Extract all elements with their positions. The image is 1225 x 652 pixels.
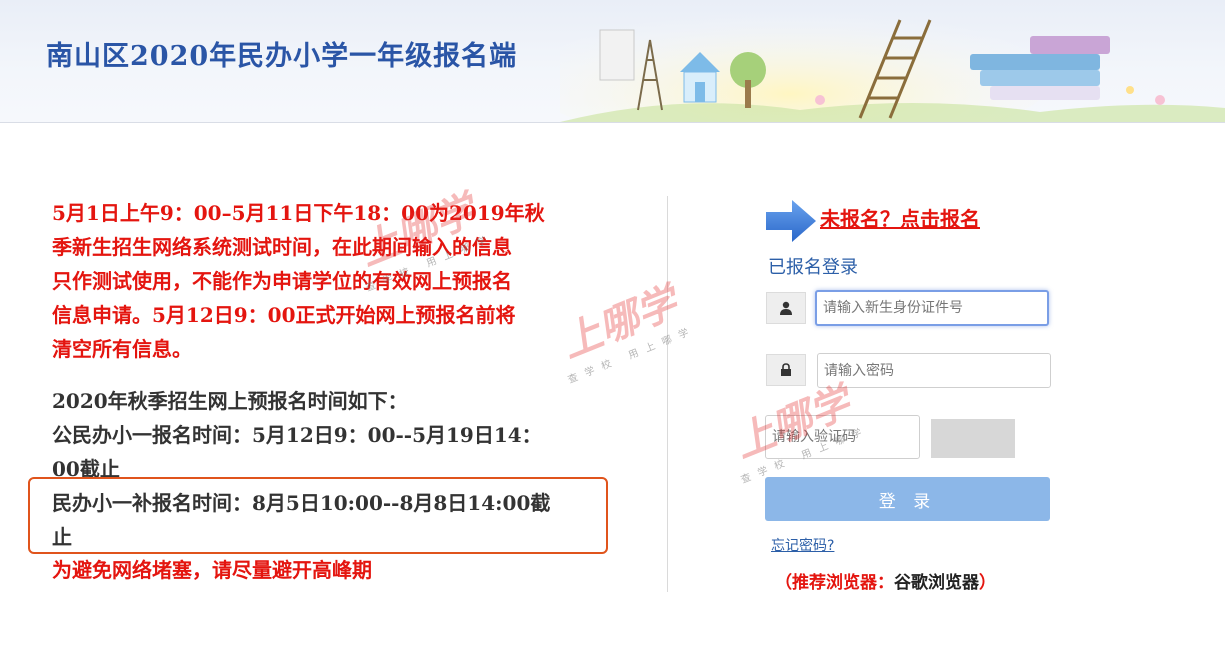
notice-line: 5月1日上午9：00–5月11日下午18：00为2019年秋 <box>52 201 545 225</box>
page-title: 南山区2020年民办小学一年级报名端 <box>46 41 518 72</box>
lock-icon <box>766 354 806 386</box>
banner-illustration <box>560 10 1225 122</box>
notice-line: 季新生招生网络系统测试时间，在此期间输入的信息 <box>52 235 512 259</box>
id-number-input[interactable] <box>815 290 1049 326</box>
arrow-right-icon <box>766 200 816 242</box>
schedule-line: 2020年秋季招生网上预报名时间如下： <box>52 389 408 413</box>
vertical-divider <box>667 196 668 592</box>
browser-suffix: ） <box>979 573 996 593</box>
header-banner: 南山区2020年民办小学一年级报名端 <box>0 0 1225 123</box>
user-icon <box>766 292 806 324</box>
notice-line: 清空所有信息。 <box>52 337 192 361</box>
peak-hours-advice: 为避免网络堵塞，请尽量避开高峰期 <box>52 558 372 582</box>
test-period-notice: 5月1日上午9：00–5月11日下午18：00为2019年秋 季新生招生网络系统… <box>52 196 612 366</box>
captcha-image[interactable] <box>931 419 1015 458</box>
supplementary-registration-highlight <box>28 477 608 554</box>
login-button[interactable]: 登 录 <box>765 477 1050 521</box>
notice-line: 只作测试使用，不能作为申请学位的有效网上预报名 <box>52 269 512 293</box>
login-heading: 已报名登录 <box>768 257 858 278</box>
schedule-line: 公民办小一报名时间：5月12日9：00--5月19日14： <box>52 423 542 447</box>
browser-prefix: （推荐浏览器： <box>775 573 894 593</box>
forgot-password-link[interactable]: 忘记密码? <box>771 535 834 555</box>
register-link[interactable]: 未报名？点击报名 <box>820 203 980 232</box>
password-input[interactable] <box>817 353 1051 388</box>
browser-recommendation: （推荐浏览器：谷歌浏览器） <box>775 568 996 593</box>
captcha-input[interactable] <box>765 415 920 459</box>
browser-name: 谷歌浏览器 <box>894 573 979 593</box>
notice-line: 信息申请。5月12日9：00正式开始网上预报名前将 <box>52 303 516 327</box>
